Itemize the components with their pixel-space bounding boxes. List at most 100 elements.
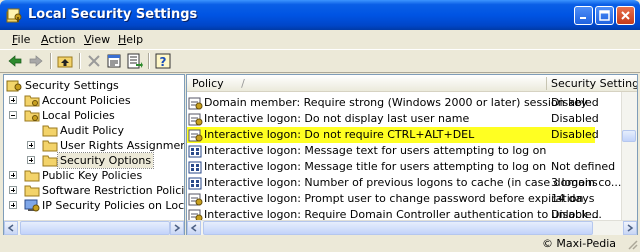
policy-name: Interactive logon: Message title for use…: [204, 160, 547, 173]
maximize-button[interactable]: [595, 6, 614, 25]
status-bar: © Maxi-Pedia: [0, 235, 640, 252]
ip-security-icon: [24, 199, 40, 212]
expand-icon[interactable]: [27, 141, 35, 149]
menu-bar: File Action View Help: [0, 30, 640, 49]
tree-item-user-rights-assignment[interactable]: User Rights Assignment: [4, 138, 184, 153]
help-icon[interactable]: ?: [154, 52, 172, 70]
scroll-left-button[interactable]: [4, 221, 18, 235]
expand-icon[interactable]: [9, 201, 17, 209]
policy-toggle-icon: [188, 209, 203, 220]
expand-icon[interactable]: [9, 96, 17, 104]
policy-setting: Disabled: [551, 208, 599, 220]
table-row[interactable]: Interactive logon: Number of previous lo…: [187, 175, 621, 191]
watermark-credit: © Maxi-Pedia: [541, 237, 616, 250]
arrow-right-icon: [627, 224, 634, 232]
svg-text:?: ?: [160, 55, 167, 69]
tree-root[interactable]: Security Settings: [6, 78, 182, 93]
table-row[interactable]: Interactive logon: Message title for use…: [187, 159, 621, 175]
tree-item-label: Local Policies: [42, 109, 115, 122]
toolbar-separator: [79, 53, 81, 69]
column-divider[interactable]: [546, 77, 547, 90]
folder-icon: [24, 95, 40, 107]
tree-item-software-restriction-policies[interactable]: Software Restriction Policies: [4, 183, 184, 198]
properties-icon[interactable]: [105, 52, 123, 70]
scroll-left-button[interactable]: [187, 221, 201, 235]
resize-grip-icon[interactable]: [626, 238, 638, 250]
menu-file[interactable]: File: [12, 33, 30, 46]
scroll-thumb[interactable]: [203, 221, 593, 235]
menu-help[interactable]: Help: [118, 33, 143, 46]
folder-icon: [42, 140, 58, 152]
tree-item-label: Public Key Policies: [42, 169, 143, 182]
policy-name: Domain member: Require strong (Windows 2…: [204, 96, 588, 109]
table-row[interactable]: Interactive logon: Do not display last u…: [187, 111, 621, 127]
expand-icon[interactable]: [9, 171, 17, 179]
scroll-right-button[interactable]: [623, 221, 637, 235]
policy-setting: Not defined: [551, 160, 616, 173]
tree-item-audit-policy[interactable]: Audit Policy: [4, 123, 182, 138]
policy-text-icon: [188, 145, 202, 158]
folder-icon: [42, 125, 58, 137]
column-header-setting-label: Security Setting: [551, 77, 638, 90]
table-row[interactable]: Interactive logon: Prompt user to change…: [187, 191, 621, 207]
security-settings-icon: [6, 8, 22, 23]
policy-text-icon: [188, 161, 202, 174]
menu-view[interactable]: View: [84, 33, 110, 46]
tree-pane[interactable]: Security Settings Account Policies Local…: [3, 74, 185, 236]
column-header-policy-label: Policy: [192, 77, 224, 90]
folder-icon: [24, 170, 40, 182]
minimize-icon: [580, 17, 586, 19]
tree-item-public-key-policies[interactable]: Public Key Policies: [4, 168, 182, 183]
arrow-left-icon: [190, 224, 197, 232]
forward-icon[interactable]: [27, 52, 45, 70]
column-header-policy[interactable]: Policy /: [192, 77, 245, 90]
up-folder-icon[interactable]: [56, 52, 74, 70]
back-icon[interactable]: [6, 52, 24, 70]
tree-item-label: Audit Policy: [60, 124, 124, 137]
policy-toggle-icon: [188, 193, 203, 206]
list-vertical-scrollbar[interactable]: [621, 92, 637, 220]
window: Local Security Settings File Action View…: [0, 0, 640, 252]
table-row[interactable]: Interactive logon: Require Domain Contro…: [187, 207, 621, 220]
maximize-icon: [599, 10, 610, 21]
tree-horizontal-scrollbar[interactable]: [4, 220, 184, 235]
expand-icon[interactable]: [9, 186, 17, 194]
policy-setting: Disabled: [551, 112, 599, 125]
delete-icon[interactable]: [85, 52, 103, 70]
tree-item-account-policies[interactable]: Account Policies: [4, 93, 182, 108]
table-row-highlighted[interactable]: Interactive logon: Do not require CTRL+A…: [187, 127, 621, 143]
menu-view-rest: iew: [91, 33, 111, 46]
table-row[interactable]: Domain member: Require strong (Windows 2…: [187, 95, 621, 111]
policy-name: Interactive logon: Do not require CTRL+A…: [204, 128, 475, 141]
close-button[interactable]: [616, 6, 635, 25]
menu-help-rest: elp: [126, 33, 144, 46]
export-list-icon[interactable]: [125, 52, 143, 70]
policy-list-pane[interactable]: Policy / Security Setting Domain member:…: [186, 74, 638, 236]
policy-name: Interactive logon: Do not display last u…: [204, 112, 470, 125]
menu-action[interactable]: Action: [41, 33, 75, 46]
toolbar-separator: [50, 53, 52, 69]
toolbar: ?: [0, 49, 640, 73]
list-horizontal-scrollbar[interactable]: [187, 220, 637, 235]
scroll-right-button[interactable]: [170, 221, 184, 235]
policy-name: Interactive logon: Message text for user…: [204, 144, 547, 157]
policy-rows: Domain member: Require strong (Windows 2…: [187, 93, 622, 220]
expand-icon[interactable]: [27, 156, 35, 164]
tree-item-ip-security-policies[interactable]: IP Security Policies on Local Co: [4, 198, 184, 213]
menu-action-rest: ction: [48, 33, 76, 46]
column-header-security-setting[interactable]: Security Setting: [551, 77, 638, 90]
tree-item-local-policies[interactable]: Local Policies: [4, 108, 182, 123]
security-settings-icon: [6, 80, 22, 92]
collapse-icon[interactable]: [9, 111, 17, 119]
title-bar[interactable]: Local Security Settings: [0, 0, 640, 30]
minimize-button[interactable]: [574, 6, 593, 25]
policy-setting: Disabled: [551, 128, 599, 141]
vertical-scroll-thumb[interactable]: [622, 130, 636, 142]
table-row[interactable]: Interactive logon: Message text for user…: [187, 143, 621, 159]
tree-item-security-options[interactable]: Security Options: [4, 152, 182, 169]
arrow-right-icon: [174, 224, 181, 232]
scroll-thumb[interactable]: [20, 221, 170, 235]
tree-item-label: Account Policies: [42, 94, 131, 107]
list-header: Policy / Security Setting: [187, 75, 637, 92]
policy-toggle-icon: [188, 97, 203, 110]
